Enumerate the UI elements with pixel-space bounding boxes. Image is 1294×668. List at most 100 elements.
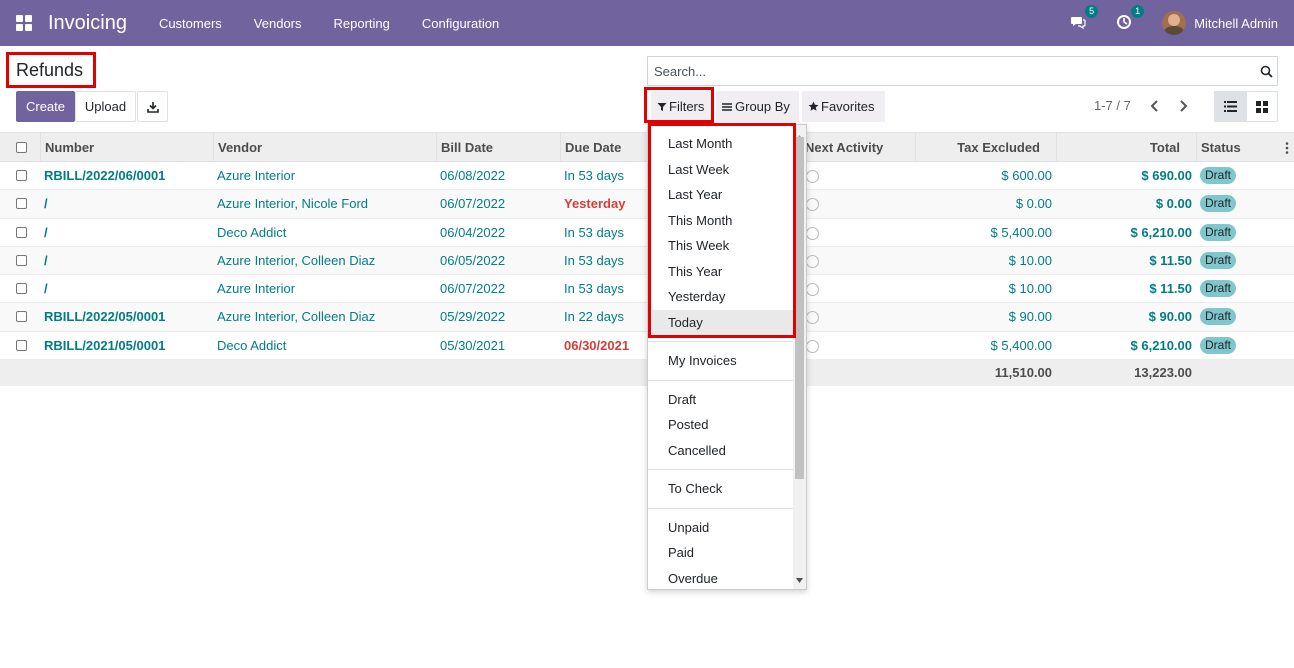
menu-vendors[interactable]: Vendors [238, 16, 318, 31]
filter-funnel-icon [657, 102, 667, 111]
filter-to-check[interactable]: To Check [668, 481, 722, 496]
row-tax-excluded: $ 5,400.00 [990, 224, 1052, 240]
filter-unpaid[interactable]: Unpaid [668, 520, 709, 535]
filter-draft[interactable]: Draft [668, 392, 696, 407]
dropdown-scrollbar[interactable] [793, 125, 806, 589]
column-tax-excluded[interactable]: Tax Excluded [915, 133, 1056, 162]
filter-cancelled[interactable]: Cancelled [668, 443, 726, 458]
group-by-bars-icon [722, 102, 732, 111]
search-input[interactable] [648, 63, 1255, 79]
filter-this-year[interactable]: This Year [668, 264, 722, 279]
pager-next-icon[interactable] [1177, 99, 1191, 113]
row-total: $ 90.00 [1148, 309, 1192, 325]
optional-columns-icon[interactable] [1285, 142, 1289, 157]
row-checkbox[interactable] [16, 339, 27, 351]
menu-reporting[interactable]: Reporting [318, 16, 406, 31]
column-total[interactable]: Total [1056, 133, 1196, 162]
user-name[interactable]: Mitchell Admin [1194, 16, 1278, 31]
activity-clock-icon[interactable] [806, 283, 819, 297]
download-icon [146, 101, 159, 113]
filters-label: Filters [669, 99, 705, 114]
messages-icon[interactable]: 5 [1070, 5, 1099, 32]
status-badge: Draft [1200, 167, 1237, 184]
row-tax-excluded: $ 90.00 [1008, 309, 1052, 325]
row-checkbox[interactable] [16, 311, 27, 323]
status-badge: Draft [1200, 251, 1237, 269]
row-bill-date: 06/05/2022 [440, 252, 506, 268]
kanban-view-button[interactable] [1246, 91, 1278, 122]
column-next-activity[interactable]: Next Activity [800, 133, 915, 162]
select-all-checkbox[interactable] [16, 142, 27, 153]
download-button[interactable] [137, 91, 168, 122]
row-number: / [44, 196, 48, 212]
row-vendor: Deco Addict [217, 337, 287, 353]
activity-clock-icon[interactable] [806, 339, 819, 353]
list-view-button[interactable] [1214, 91, 1246, 122]
status-badge: Draft [1200, 308, 1237, 326]
column-vendor[interactable]: Vendor [213, 133, 436, 162]
filter-posted[interactable]: Posted [668, 417, 708, 432]
row-tax-excluded: $ 10.00 [1008, 281, 1052, 297]
row-due-date: In 22 days [564, 309, 624, 325]
row-checkbox[interactable] [16, 170, 27, 181]
scrollbar-thumb[interactable] [795, 137, 804, 479]
row-checkbox[interactable] [16, 254, 27, 266]
row-vendor: Azure Interior, Nicole Ford [217, 196, 369, 212]
row-due-date: In 53 days [564, 281, 624, 297]
menu-customers[interactable]: Customers [143, 16, 238, 31]
menu-configuration[interactable]: Configuration [406, 16, 515, 31]
row-total: $ 6,210.00 [1130, 337, 1192, 353]
filter-yesterday[interactable]: Yesterday [668, 289, 725, 304]
row-due-date: Yesterday [564, 196, 626, 212]
app-brand[interactable]: Invoicing [48, 12, 127, 35]
row-tax-excluded: $ 0.00 [1015, 196, 1052, 212]
row-due-date: 06/30/2021 [564, 337, 630, 353]
footer-tax-excluded-sum: 11,510.00 [994, 365, 1052, 381]
filters-button[interactable]: Filters [651, 91, 711, 122]
row-checkbox[interactable] [16, 226, 27, 238]
row-due-date: In 53 days [564, 168, 624, 183]
scroll-down-arrow-icon[interactable] [796, 571, 803, 586]
row-total: $ 11.50 [1149, 252, 1192, 268]
filter-my-invoices[interactable]: My Invoices [668, 353, 737, 368]
filter-paid[interactable]: Paid [668, 545, 694, 560]
search-icon[interactable] [1255, 65, 1277, 78]
pager-value[interactable]: 1-7 / 7 [1094, 98, 1131, 113]
row-number: / [44, 281, 48, 297]
search-bar [647, 56, 1278, 86]
row-total: $ 6,210.00 [1130, 224, 1192, 240]
filter-last-week[interactable]: Last Week [668, 162, 729, 177]
column-status[interactable]: Status [1196, 133, 1294, 162]
group-by-button[interactable]: Group By [716, 91, 799, 122]
filter-last-year[interactable]: Last Year [668, 187, 722, 202]
row-checkbox[interactable] [16, 283, 27, 295]
activities-clock-icon[interactable]: 1 [1116, 5, 1145, 32]
row-total: $ 11.50 [1149, 281, 1192, 297]
row-tax-excluded: $ 600.00 [1001, 168, 1052, 183]
upload-button[interactable]: Upload [75, 91, 136, 122]
activity-clock-icon[interactable] [806, 198, 819, 212]
user-avatar[interactable] [1162, 11, 1187, 35]
create-button[interactable]: Create [16, 91, 75, 122]
column-bill-date[interactable]: Bill Date [436, 133, 560, 162]
row-tax-excluded: $ 10.00 [1008, 252, 1052, 268]
column-number[interactable]: Number [40, 133, 213, 162]
activity-clock-icon[interactable] [806, 311, 819, 325]
activity-clock-icon[interactable] [806, 226, 819, 240]
activity-clock-icon[interactable] [806, 170, 819, 183]
filter-overdue[interactable]: Overdue [668, 571, 718, 586]
filter-today[interactable]: Today [668, 315, 703, 330]
dropdown-divider [648, 469, 793, 470]
apps-menu-icon[interactable] [16, 15, 32, 31]
pager-previous-icon[interactable] [1149, 99, 1163, 113]
row-checkbox[interactable] [16, 198, 27, 210]
activity-clock-icon[interactable] [806, 254, 819, 268]
filter-this-month[interactable]: This Month [668, 213, 732, 228]
row-bill-date: 06/07/2022 [440, 281, 506, 297]
activities-count-badge: 1 [1131, 5, 1145, 18]
filter-last-month[interactable]: Last Month [668, 136, 732, 151]
list-view-icon [1223, 101, 1237, 112]
filter-this-week[interactable]: This Week [668, 238, 729, 253]
favorites-button[interactable]: Favorites [802, 91, 885, 122]
row-vendor: Azure Interior [217, 168, 296, 183]
